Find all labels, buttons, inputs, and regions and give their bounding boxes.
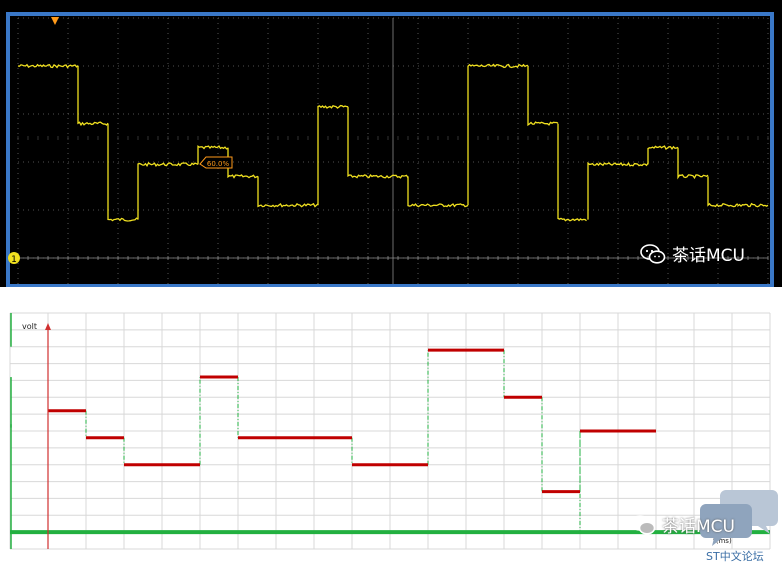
watermark-bottom-text: 茶话MCU xyxy=(662,517,735,537)
channel-1-label: 1 xyxy=(11,255,17,265)
wechat-icon xyxy=(640,243,666,264)
wechat-icon-bottom xyxy=(630,514,656,535)
y-axis-label: volt xyxy=(22,322,37,331)
cursor-readout-tag: 60.0% xyxy=(199,156,233,169)
watermark-top: 茶话MCU xyxy=(640,241,745,266)
watermark-bottom: 茶话MCU xyxy=(630,512,735,537)
st-forum-label: ST中文论坛 xyxy=(706,550,764,563)
watermark-top-text: 茶话MCU xyxy=(672,246,745,266)
cursor-readout: 60.0% xyxy=(207,160,230,168)
